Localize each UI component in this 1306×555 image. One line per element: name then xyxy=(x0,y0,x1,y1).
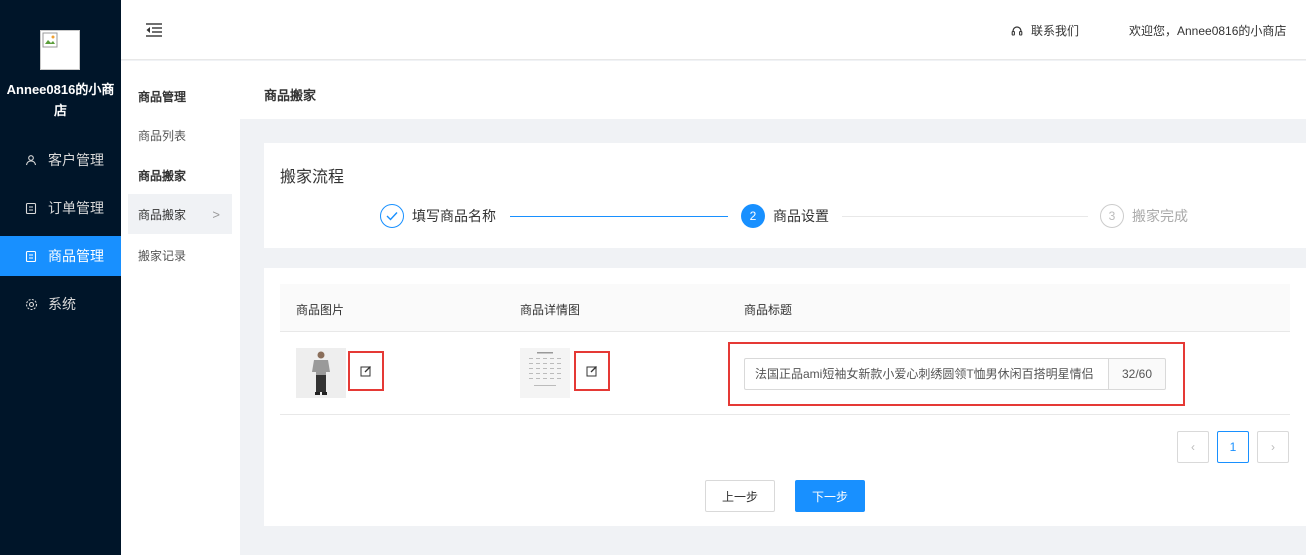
subnav-group-title: 商品管理 xyxy=(138,90,187,104)
step-connector xyxy=(842,216,1088,217)
step-2: 2 商品设置 xyxy=(741,204,829,228)
chevron-right-icon: > xyxy=(212,207,220,222)
product-icon xyxy=(24,249,38,263)
subnav-item-product-move[interactable]: 商品搬家 > xyxy=(128,194,232,234)
edit-image-button[interactable] xyxy=(348,351,384,391)
sidebar-item-label: 商品管理 xyxy=(48,248,104,264)
subnav-item-move-records[interactable]: 搬家记录 xyxy=(138,247,186,264)
step-number: 2 xyxy=(741,204,765,228)
edit-icon xyxy=(360,366,371,377)
check-icon xyxy=(380,204,404,228)
step-label: 填写商品名称 xyxy=(412,208,496,224)
order-icon xyxy=(24,201,38,215)
sidebar-item-system[interactable]: 系统 xyxy=(0,284,121,324)
product-image-thumbnail[interactable] xyxy=(296,348,346,398)
breadcrumb: 商品搬家 xyxy=(240,61,1306,119)
gear-icon xyxy=(24,297,38,311)
column-header: 商品详情图 xyxy=(520,303,581,317)
shop-logo xyxy=(40,30,80,70)
sidebar-item-products[interactable]: 商品管理 xyxy=(0,236,121,276)
main-sidebar: Annee0816的小商 店 客户管理 订单管理 商品管理 系统 xyxy=(0,0,121,555)
prev-step-button[interactable]: 上一步 xyxy=(705,480,775,512)
product-title-input[interactable]: 法国正品ami短袖女新款小爱心刺绣圆领T恤男休闲百搭明星情侣 xyxy=(744,358,1110,390)
headset-icon xyxy=(1011,25,1023,36)
step-connector xyxy=(510,216,728,217)
product-title-field-group: 法国正品ami短袖女新款小爱心刺绣圆领T恤男休闲百搭明星情侣 32/60 xyxy=(728,342,1185,406)
subnav-item-label: 商品搬家 xyxy=(138,207,187,222)
pagination-next-button[interactable]: › xyxy=(1257,431,1289,463)
flow-title: 搬家流程 xyxy=(280,169,345,186)
page-title: 商品搬家 xyxy=(264,88,317,103)
edit-icon xyxy=(586,366,597,377)
sidebar-item-orders[interactable]: 订单管理 xyxy=(0,188,121,228)
product-detail-thumbnail[interactable] xyxy=(520,348,570,398)
table-row: 法国正品ami短袖女新款小爱心刺绣圆领T恤男休闲百搭明星情侣 32/60 xyxy=(280,333,1290,415)
column-header: 商品标题 xyxy=(744,303,793,317)
step-number: 3 xyxy=(1100,204,1124,228)
users-icon xyxy=(24,153,38,167)
column-header: 商品图片 xyxy=(296,303,345,317)
sidebar-item-label: 系统 xyxy=(48,296,76,312)
step-3: 3 搬家完成 xyxy=(1100,204,1188,228)
pagination-page-1[interactable]: 1 xyxy=(1217,431,1249,463)
subnav-item-product-list[interactable]: 商品列表 xyxy=(138,127,186,144)
secondary-sidebar: 商品管理 商品列表 商品搬家 商品搬家 > 搬家记录 xyxy=(121,61,240,555)
sidebar-item-label: 客户管理 xyxy=(48,152,104,168)
contact-label: 联系我们 xyxy=(1031,24,1080,38)
step-label: 搬家完成 xyxy=(1132,208,1188,224)
broken-image-icon xyxy=(42,32,58,48)
title-char-count: 32/60 xyxy=(1108,358,1166,390)
product-table-card: 商品图片 商品详情图 商品标题 法国正品ami短袖女新款小爱心刺绣圆领T恤男休闲… xyxy=(264,268,1306,526)
edit-detail-image-button[interactable] xyxy=(574,351,610,391)
pagination-prev-button[interactable]: ‹ xyxy=(1177,431,1209,463)
sidebar-item-customers[interactable]: 客户管理 xyxy=(0,140,121,180)
subnav-group-title: 商品搬家 xyxy=(138,169,187,183)
step-label: 商品设置 xyxy=(773,208,829,224)
next-step-button[interactable]: 下一步 xyxy=(795,480,865,512)
flow-card: 搬家流程 填写商品名称 2 商品设置 3 搬家完成 xyxy=(264,143,1306,248)
menu-fold-icon[interactable] xyxy=(145,22,163,38)
shop-name: Annee0816的小商 店 xyxy=(6,82,115,118)
sidebar-item-label: 订单管理 xyxy=(48,200,104,216)
contact-us-link[interactable]: 联系我们 xyxy=(1011,22,1079,39)
welcome-text: 欢迎您，Annee0816的小商店 xyxy=(1129,24,1287,38)
top-header: 联系我们 欢迎您，Annee0816的小商店 xyxy=(121,0,1306,60)
table-header: 商品图片 商品详情图 商品标题 xyxy=(280,284,1290,332)
step-1: 填写商品名称 xyxy=(380,204,496,228)
